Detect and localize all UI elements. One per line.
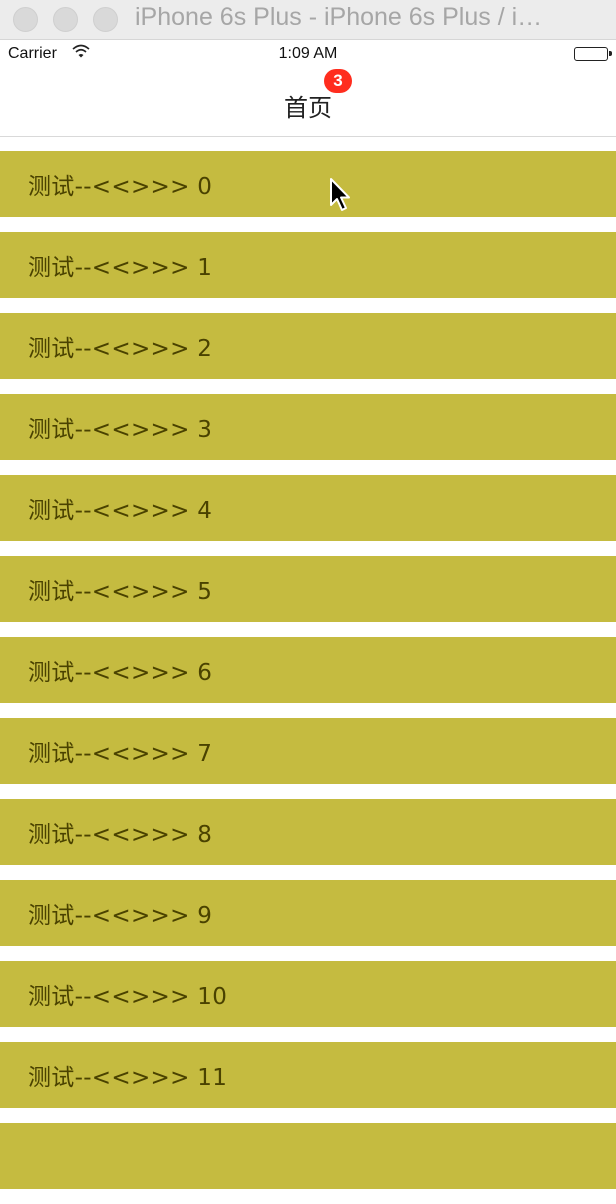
list-item-label: 测试--<<>>> 7 bbox=[28, 741, 213, 767]
list-item-label: 测试--<<>>> 10 bbox=[28, 984, 228, 1010]
list-item[interactable]: 测试--<<>>> 2 bbox=[0, 313, 616, 379]
window-titlebar: iPhone 6s Plus - iPhone 6s Plus / i… bbox=[0, 0, 616, 40]
list-item-label: 测试--<<>>> 9 bbox=[28, 903, 213, 929]
window-title: iPhone 6s Plus - iPhone 6s Plus / i… bbox=[135, 3, 543, 31]
list-item[interactable]: 测试--<<>>> 9 bbox=[0, 880, 616, 946]
list-item[interactable]: 测试--<<>>> 0 bbox=[0, 151, 616, 217]
list-item[interactable]: 测试--<<>>> 11 bbox=[0, 1042, 616, 1108]
minimize-window-button[interactable] bbox=[53, 7, 78, 32]
navigation-bar: 首页 3 bbox=[0, 69, 616, 137]
mouse-cursor-icon bbox=[330, 178, 350, 211]
table-list: 测试--<<>>> 0 测试--<<>>> 1 测试--<<>>> 2 测试--<<>… bbox=[0, 151, 616, 1204]
list-item[interactable]: 测试--<<>>> 7 bbox=[0, 718, 616, 784]
list-item[interactable]: 测试--<<>>> 8 bbox=[0, 799, 616, 865]
list-item-label: 测试--<<>>> 6 bbox=[28, 660, 213, 686]
zoom-window-button[interactable] bbox=[93, 7, 118, 32]
list-item-label: 测试--<<>>> 8 bbox=[28, 822, 213, 848]
list-item[interactable]: 测试--<<>>> 6 bbox=[0, 637, 616, 703]
nav-title: 首页 bbox=[284, 94, 332, 122]
list-item[interactable]: 测试--<<>>> 1 bbox=[0, 232, 616, 298]
list-item-label: 测试--<<>>> 3 bbox=[28, 417, 213, 443]
list-item[interactable]: 测试--<<>>> 4 bbox=[0, 475, 616, 541]
list-item-label: 测试--<<>>> 1 bbox=[28, 255, 213, 281]
list-item-label: 测试--<<>>> 0 bbox=[28, 174, 213, 200]
list-item[interactable] bbox=[0, 1123, 616, 1189]
list-item[interactable]: 测试--<<>>> 5 bbox=[0, 556, 616, 622]
close-window-button[interactable] bbox=[13, 7, 38, 32]
status-time: 1:09 AM bbox=[278, 45, 338, 62]
list-item[interactable]: 测试--<<>>> 10 bbox=[0, 961, 616, 1027]
status-bar: Carrier 1:09 AM bbox=[0, 40, 616, 70]
list-item-label: 测试--<<>>> 4 bbox=[28, 498, 213, 524]
list-item-label: 测试--<<>>> 5 bbox=[28, 579, 213, 605]
battery-icon bbox=[574, 47, 612, 61]
list-item[interactable]: 测试--<<>>> 3 bbox=[0, 394, 616, 460]
list-item-label: 测试--<<>>> 11 bbox=[28, 1065, 228, 1091]
notification-badge: 3 bbox=[324, 69, 352, 93]
list-item-label: 测试--<<>>> 2 bbox=[28, 336, 213, 362]
